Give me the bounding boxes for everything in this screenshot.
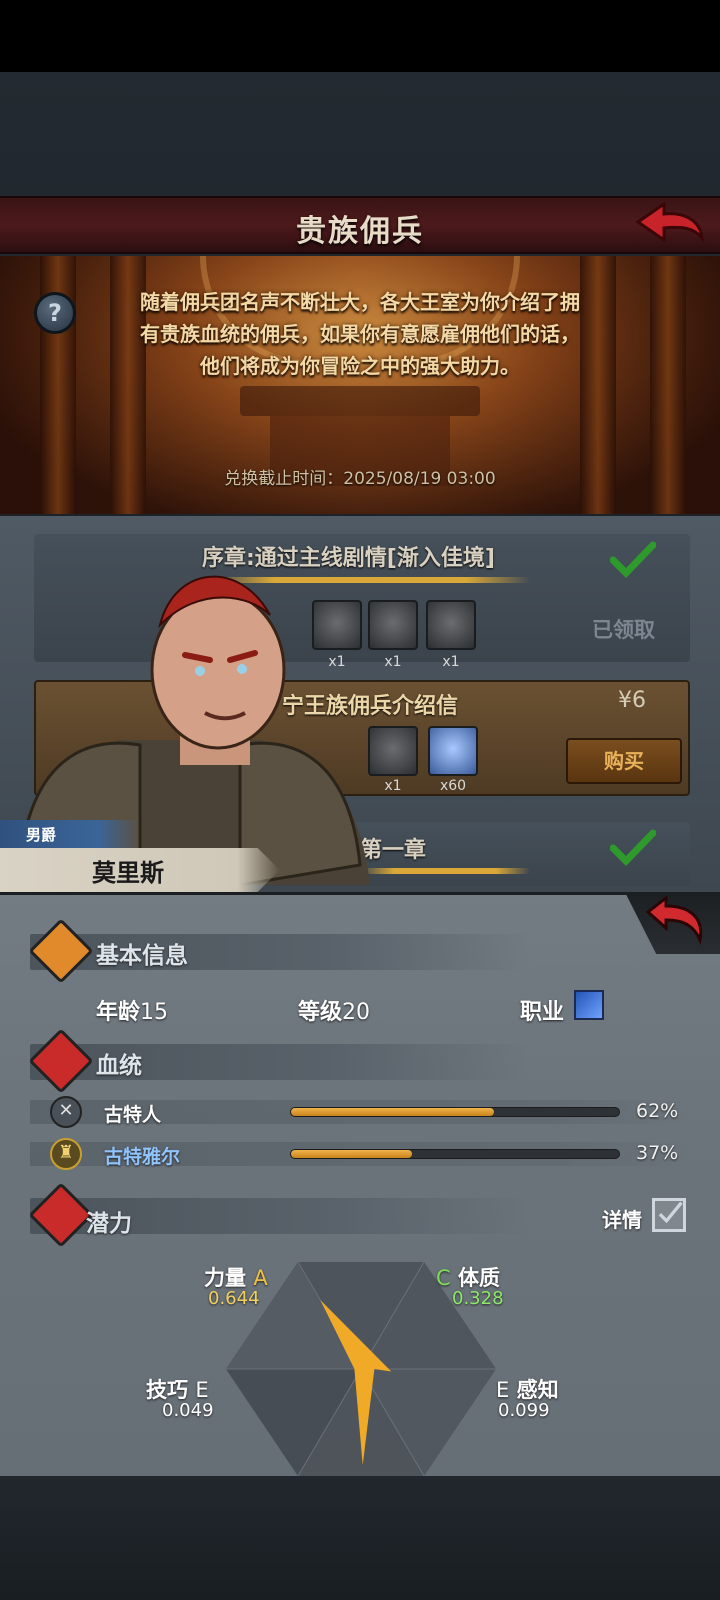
bloodline-bar bbox=[290, 1149, 620, 1159]
helmet-icon[interactable] bbox=[426, 600, 476, 650]
description-line: 有贵族血统的佣兵，如果你有意愿雇佣他们的话， bbox=[140, 322, 580, 346]
bloodline-bar-fill bbox=[291, 1150, 413, 1158]
stat-value: 0.049 bbox=[162, 1400, 214, 1421]
age-label: 年龄 bbox=[96, 1000, 141, 1025]
stat-grade: E bbox=[195, 1378, 209, 1402]
buy-button[interactable]: 购买 bbox=[566, 738, 682, 784]
stat-grade: A bbox=[253, 1266, 268, 1290]
detail-label: 详情 bbox=[602, 1208, 642, 1232]
stat-value: 0.099 bbox=[498, 1400, 550, 1421]
claimed-status: 已领取 bbox=[592, 618, 655, 642]
axes-icon: ✕ bbox=[50, 1096, 82, 1128]
page-title: 贵族佣兵 bbox=[296, 214, 424, 249]
title-bar: 贵族佣兵 bbox=[0, 196, 720, 254]
stat-grade: E bbox=[496, 1378, 510, 1402]
section-title: 血统 bbox=[96, 1053, 142, 1079]
bloodline-bar-fill bbox=[291, 1108, 495, 1116]
crest-icon: ♜ bbox=[50, 1138, 82, 1170]
stat-name: 体质 bbox=[457, 1266, 500, 1290]
quest-underline bbox=[360, 868, 530, 874]
deadline-text: 兑换截止时间：2025/08/19 03:00 bbox=[224, 469, 496, 489]
price-label: ¥6 bbox=[618, 688, 646, 713]
section-title: 潜力 bbox=[86, 1211, 132, 1237]
level-label: 等级 bbox=[298, 1000, 343, 1025]
rank-badge: 男爵 bbox=[0, 820, 140, 848]
age-stat: 年龄15 bbox=[96, 994, 168, 1026]
level-value: 20 bbox=[342, 1000, 371, 1025]
stat-name: 技巧 bbox=[146, 1378, 188, 1402]
check-icon bbox=[610, 829, 656, 866]
bloodline-bar bbox=[290, 1107, 620, 1117]
detail-checkbox[interactable] bbox=[652, 1198, 686, 1232]
description-line: 随着佣兵团名声不断壮大，各大王室为你介绍了拥 bbox=[140, 290, 580, 314]
bloodline-name: 古特人 bbox=[104, 1104, 162, 1126]
description-line: 他们将成为你冒险之中的强大助力。 bbox=[200, 354, 520, 378]
stat-value: 0.328 bbox=[452, 1288, 504, 1309]
item-count: x1 bbox=[442, 654, 460, 670]
stat-name: 感知 bbox=[516, 1378, 559, 1402]
item-count: x60 bbox=[439, 778, 467, 794]
bloodline-percent: 37% bbox=[636, 1142, 679, 1164]
check-icon bbox=[610, 541, 656, 578]
job-label: 职业 bbox=[520, 1000, 565, 1025]
back-arrow-icon[interactable] bbox=[634, 200, 706, 246]
bottom-band bbox=[0, 1476, 720, 1600]
stat-value: 0.644 bbox=[208, 1288, 260, 1309]
bloodline-name: 古特雅尔 bbox=[104, 1146, 181, 1168]
stat-grade: C bbox=[436, 1266, 451, 1290]
crystal-icon[interactable] bbox=[428, 726, 478, 776]
stat-name: 力量 bbox=[204, 1266, 246, 1290]
character-name: 莫里斯 bbox=[92, 859, 164, 887]
section-title: 基本信息 bbox=[96, 943, 188, 969]
level-stat: 等级20 bbox=[298, 994, 370, 1026]
sword-icon[interactable] bbox=[574, 990, 604, 1020]
status-bar-area bbox=[0, 0, 720, 72]
help-icon[interactable]: ? bbox=[34, 292, 76, 334]
return-arrow-icon[interactable] bbox=[644, 896, 706, 946]
bloodline-percent: 62% bbox=[636, 1100, 679, 1122]
age-value: 15 bbox=[140, 1000, 169, 1025]
banner-description: 随着佣兵团名声不断壮大，各大王室为你介绍了拥 有贵族血统的佣兵，如果你有意愿雇佣… bbox=[100, 286, 620, 382]
